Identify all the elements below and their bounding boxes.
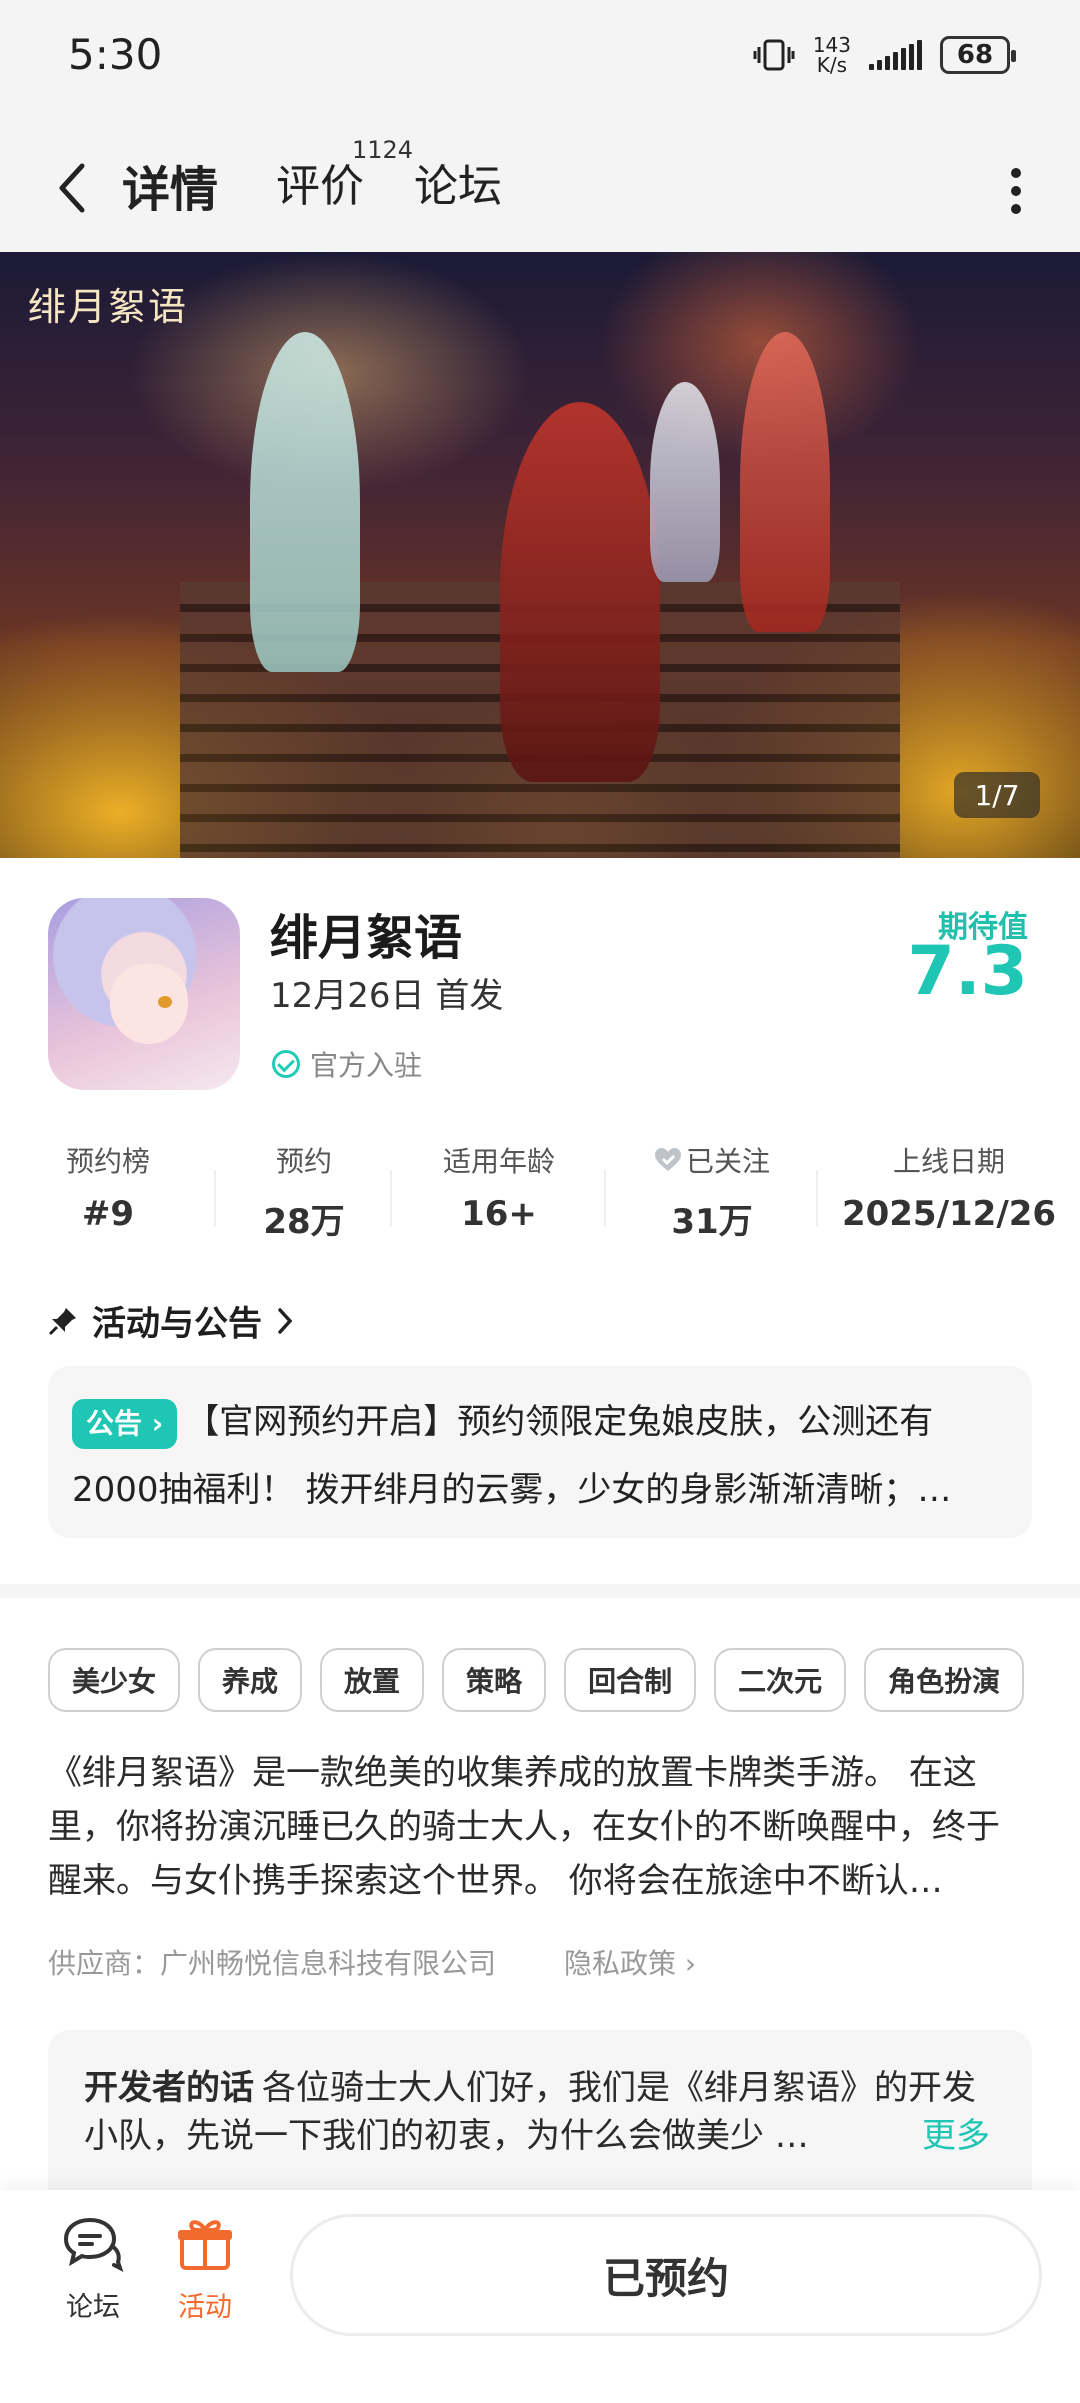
stat-rank[interactable]: 预约榜 #9	[0, 1140, 216, 1250]
developer-heading: 开发者的话	[84, 2068, 254, 2108]
stat-followers[interactable]: 已关注 31万	[606, 1140, 818, 1250]
stat-age[interactable]: 适用年龄 16+	[392, 1140, 606, 1250]
more-options-icon[interactable]	[1010, 160, 1022, 220]
chevron-right-icon	[278, 1307, 293, 1334]
activity-button[interactable]: 活动	[160, 2216, 250, 2324]
pin-icon	[48, 1307, 76, 1335]
back-icon[interactable]	[52, 158, 92, 218]
tag-chip[interactable]: 策略	[442, 1648, 547, 1712]
status-icons: 143 K/s 68	[753, 30, 1016, 80]
tab-detail[interactable]: 详情	[122, 150, 218, 220]
forum-icon	[63, 2217, 124, 2272]
banner-carousel[interactable]: 绯月絮语 1/7	[0, 252, 1080, 858]
heart-icon	[654, 1148, 681, 1171]
banner-logo: 绯月絮语	[28, 285, 189, 329]
stat-launch-date: 上线日期 2025/12/26	[841, 1145, 1057, 1234]
announcements-header[interactable]: 活动与公告	[48, 1296, 294, 1345]
forum-button[interactable]: 论坛	[48, 2216, 138, 2324]
privacy-policy-link[interactable]: 隐私政策 ›	[564, 1942, 696, 1982]
tag-chip[interactable]: 养成	[198, 1648, 303, 1712]
tag-chip[interactable]: 回合制	[564, 1648, 697, 1712]
app-icon	[48, 898, 240, 1090]
release-date: 12月26日 首发	[270, 976, 504, 1016]
section-divider	[0, 1584, 1080, 1598]
tab-forum[interactable]: 论坛	[414, 150, 502, 214]
supplier-text: 供应商：广州畅悦信息科技有限公司	[48, 1947, 497, 1980]
top-nav: 详情 评价 1124 论坛	[0, 120, 1080, 252]
status-bar: 5:30 143 K/s 68	[0, 0, 1080, 120]
gift-icon	[178, 2220, 232, 2270]
more-link[interactable]: 更多	[916, 2112, 990, 2160]
notice-text: 【官网预约开启】预约领限定兔娘皮肤，公测还有2000抽福利！ 拨开绯月的云雾，少…	[72, 1402, 952, 1510]
battery-icon: 68	[940, 36, 1016, 74]
tab-reviews[interactable]: 评价 1124	[276, 136, 413, 214]
tag-chip[interactable]: 放置	[320, 1648, 425, 1712]
developer-note[interactable]: 开发者的话 各位骑士大人们好，我们是《绯月絮语》的开发小队，先说一下我们的初衷，为…	[48, 2030, 1032, 2200]
banner-counter: 1/7	[954, 772, 1040, 818]
verified-icon	[272, 1050, 300, 1078]
notice-badge: 公告 ›	[72, 1398, 178, 1449]
signal-icon	[869, 40, 922, 70]
stats-row: 预约榜 #9 预约 28万 适用年龄 16+ 已关注 31万 上线日期 2025/12/…	[0, 1140, 1080, 1250]
stat-reservations: 预约 28万	[216, 1140, 392, 1250]
vibrate-icon	[753, 39, 795, 71]
reviews-count: 1124	[352, 136, 414, 164]
tag-chip[interactable]: 二次元	[714, 1648, 847, 1712]
tag-chip[interactable]: 角色扮演	[864, 1648, 1025, 1712]
tag-chip[interactable]: 美少女	[48, 1648, 181, 1712]
announcement-card[interactable]: 公告 › 【官网预约开启】预约领限定兔娘皮肤，公测还有2000抽福利！ 拨开绯月的…	[48, 1366, 1032, 1538]
official-badge: 官方入驻	[272, 1044, 422, 1084]
tag-list: 美少女 养成 放置 策略 回合制 二次元 角色扮演	[48, 1648, 1025, 1712]
reserved-button[interactable]: 已预约	[290, 2214, 1042, 2336]
expectation-score: 7.3	[907, 932, 1028, 1011]
app-name: 绯月絮语	[270, 910, 463, 966]
game-description[interactable]: 《绯月絮语》是一款绝美的收集养成的放置卡牌类手游。 在这里，你将扮演沉睡已久的骑…	[48, 1746, 1032, 1908]
bottom-action-bar: 论坛 活动 已预约	[0, 2190, 1080, 2403]
clock: 5:30	[68, 30, 163, 79]
network-speed: 143 K/s	[812, 33, 851, 77]
